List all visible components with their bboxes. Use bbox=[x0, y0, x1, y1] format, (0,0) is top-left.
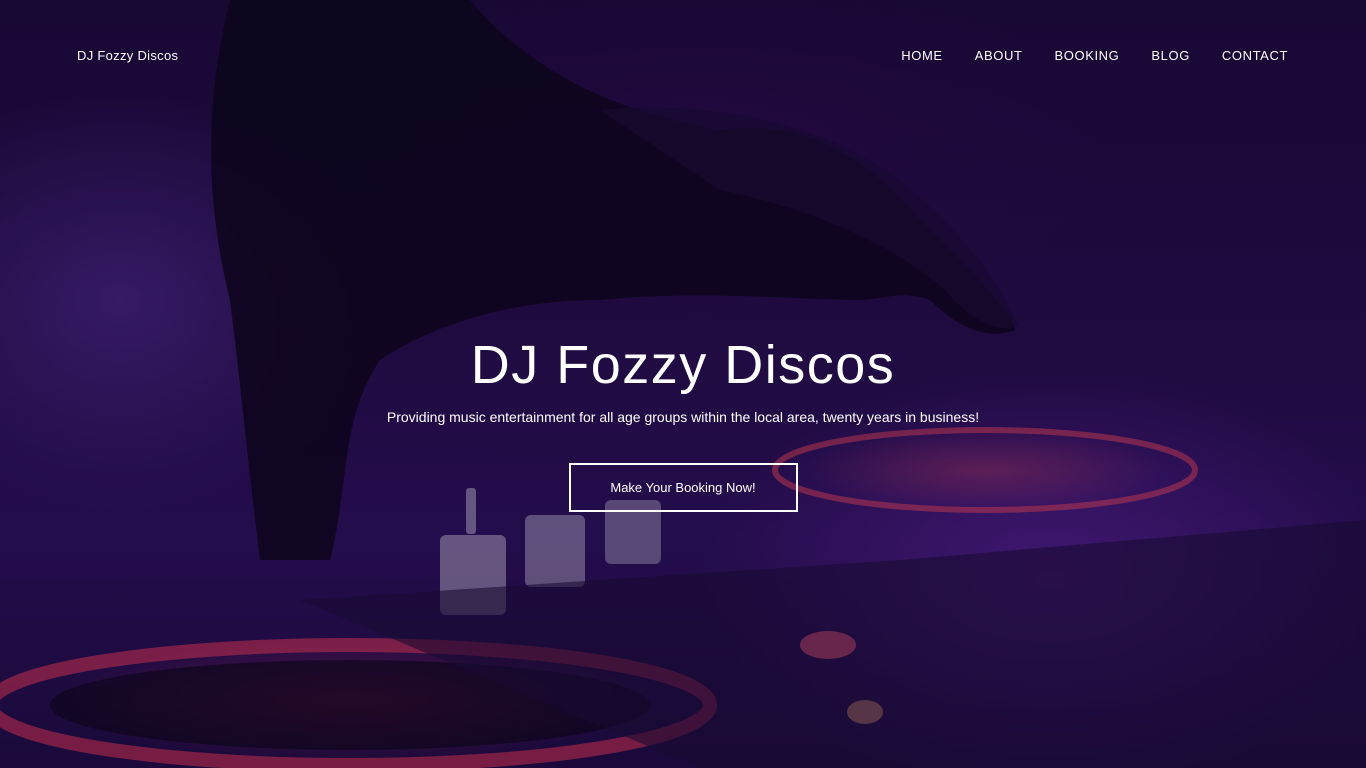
hero-section: DJ Fozzy Discos HOME ABOUT BOOKING BLOG … bbox=[0, 0, 1366, 768]
site-logo-text[interactable]: DJ Fozzy Discos bbox=[77, 48, 178, 63]
main-nav: HOME ABOUT BOOKING BLOG CONTACT bbox=[901, 48, 1288, 63]
nav-booking[interactable]: BOOKING bbox=[1055, 48, 1120, 63]
hero-tagline: Providing music entertainment for all ag… bbox=[386, 409, 980, 425]
hero-content: DJ Fozzy Discos Providing music entertai… bbox=[0, 333, 1366, 512]
nav-about[interactable]: ABOUT bbox=[975, 48, 1023, 63]
nav-home[interactable]: HOME bbox=[901, 48, 942, 63]
hero-title: DJ Fozzy Discos bbox=[470, 335, 896, 395]
nav-blog[interactable]: BLOG bbox=[1151, 48, 1190, 63]
nav-contact[interactable]: CONTACT bbox=[1222, 48, 1288, 63]
make-booking-button[interactable]: Make Your Booking Now! bbox=[568, 463, 798, 512]
